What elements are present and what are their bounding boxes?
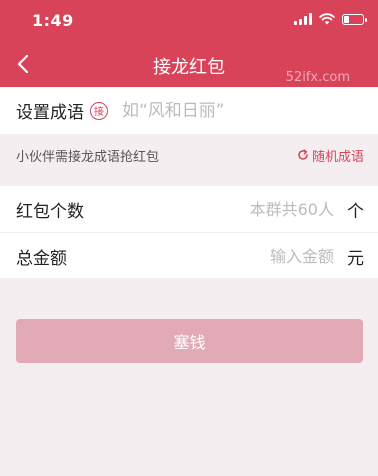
wifi-icon	[319, 13, 335, 25]
amount-label: 总金额	[16, 248, 67, 269]
tip-row: 小伙伴需接龙成语抢红包 随机成语	[0, 134, 378, 176]
status-icons	[294, 13, 367, 25]
battery-icon	[342, 13, 367, 25]
watermark: 52ifx.com	[285, 70, 350, 85]
tip-text: 小伙伴需接龙成语抢红包	[16, 149, 160, 165]
form-card: 红包个数 个 总金额 元	[0, 186, 378, 278]
header-bar: 1:49 接龙红包 52ifx.com	[0, 0, 378, 87]
random-idiom-label: 随机成语	[311, 149, 364, 165]
idiom-row: 设置成语 接	[0, 87, 378, 134]
count-unit: 个	[347, 201, 364, 222]
status-time: 1:49	[32, 11, 74, 30]
refresh-icon	[298, 149, 308, 160]
count-row: 红包个数 个	[0, 186, 378, 232]
count-input[interactable]	[116, 199, 334, 219]
jie-badge: 接	[90, 101, 108, 120]
amount-unit: 元	[347, 248, 364, 269]
amount-input[interactable]	[116, 246, 334, 266]
random-idiom-button[interactable]: 随机成语	[297, 146, 364, 165]
idiom-input[interactable]	[122, 100, 378, 121]
signal-icon	[294, 13, 312, 25]
submit-button[interactable]: 塞钱	[16, 319, 363, 363]
count-label: 红包个数	[16, 201, 84, 222]
idiom-label: 设置成语	[16, 103, 84, 123]
amount-row: 总金额 元	[0, 232, 378, 279]
